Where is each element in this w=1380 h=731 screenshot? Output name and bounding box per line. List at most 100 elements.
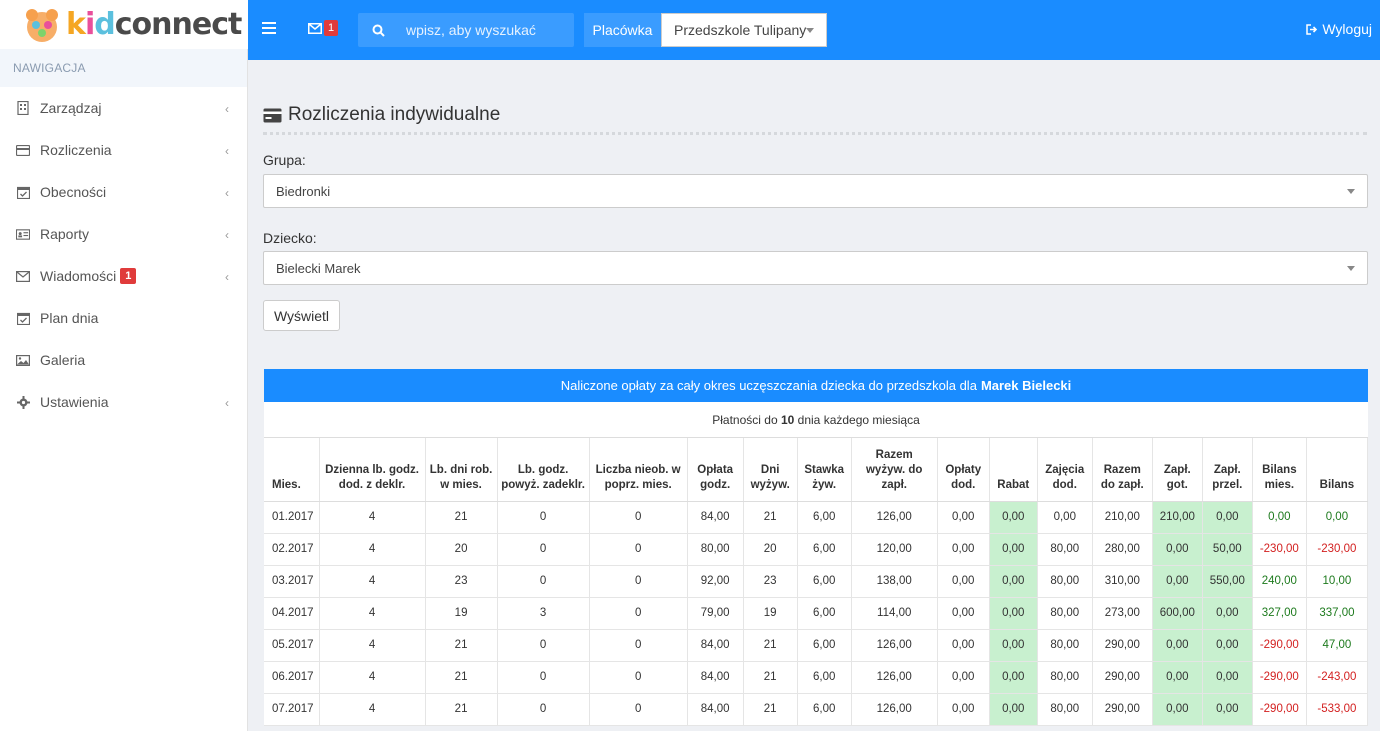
image-icon	[16, 353, 30, 367]
table-cell: 0,00	[1202, 693, 1253, 726]
column-header: Razem do zapł.	[1092, 438, 1153, 502]
table-cell: 21	[743, 661, 798, 694]
table-cell: 21	[425, 693, 498, 726]
table-cell: 327,00	[1252, 597, 1307, 630]
table-cell: 04.2017	[264, 597, 320, 630]
table-cell: 6,00	[797, 501, 852, 534]
table-heading-name: Marek Bielecki	[980, 378, 1072, 393]
table-cell: -290,00	[1252, 661, 1307, 694]
sidebar-item-wiadomosci[interactable]: Wiadomości 1 ‹	[0, 255, 247, 297]
table-cell: 0	[497, 501, 590, 534]
logout-button[interactable]: Wyloguj	[1306, 21, 1372, 37]
child-select[interactable]: Bielecki Marek	[263, 251, 1368, 285]
billing-table: Mies. Dzienna lb. godz. dod. z deklr. Lb. …	[264, 438, 1369, 726]
sidebar-item-zarzadzaj[interactable]: Zarządzaj ‹	[0, 87, 247, 129]
table-cell: 210,00	[1092, 501, 1153, 534]
table-cell: 84,00	[687, 501, 744, 534]
group-value: Biedronki	[276, 183, 331, 199]
page-title: Rozliczenia indywidualne	[263, 104, 500, 126]
table-cell: 4	[319, 629, 426, 662]
table-cell: 92,00	[687, 565, 744, 598]
table-cell: 0,00	[1202, 501, 1253, 534]
table-cell: 0,00	[989, 661, 1038, 694]
table-heading-text: Naliczone opłaty za cały okres uczęszcza…	[560, 378, 977, 393]
table-cell: 84,00	[687, 661, 744, 694]
table-row: 07.2017 4 21 0 0 84,00 21 6,00 126,00 0,00 0,00 80,…	[264, 693, 1369, 726]
table-cell: 0	[497, 661, 590, 694]
logo-text: kidconnect	[66, 7, 242, 42]
table-cell: 47,00	[1306, 629, 1369, 662]
column-header: Lb. godz. powyż. zadeklr.	[497, 438, 590, 502]
table-cell: 0	[589, 565, 688, 598]
table-cell: 80,00	[687, 533, 744, 566]
table-cell: 21	[743, 501, 798, 534]
table-cell: 0	[497, 629, 590, 662]
menu-toggle-icon[interactable]	[262, 22, 276, 34]
table-cell: 80,00	[1037, 661, 1093, 694]
table-cell: 0	[589, 533, 688, 566]
table-cell: 273,00	[1092, 597, 1153, 630]
column-header: Zapł. got.	[1152, 438, 1203, 502]
chevron-left-icon: ‹	[225, 144, 229, 158]
group-select[interactable]: Biedronki	[263, 174, 1368, 208]
sidebar-item-galeria[interactable]: Galeria	[0, 339, 247, 381]
table-cell: 80,00	[1037, 565, 1093, 598]
table-cell: 84,00	[687, 693, 744, 726]
table-cell: 0	[497, 565, 590, 598]
table-cell: 0,00	[1202, 661, 1253, 694]
sidebar-item-label: Raporty	[40, 226, 90, 242]
logo[interactable]: kidconnect	[0, 0, 248, 49]
sidebar-item-raporty[interactable]: Raporty ‹	[0, 213, 247, 255]
table-cell: -230,00	[1252, 533, 1307, 566]
page-title-text: Rozliczenia indywidualne	[288, 104, 501, 125]
chevron-left-icon: ‹	[225, 396, 229, 410]
table-cell: 4	[319, 565, 426, 598]
table-cell: 126,00	[851, 661, 938, 694]
table-cell: 4	[319, 693, 426, 726]
table-cell: 0,00	[937, 565, 990, 598]
table-cell: 0	[589, 693, 688, 726]
table-cell: 280,00	[1092, 533, 1153, 566]
credit-card-icon	[16, 143, 30, 157]
search-input[interactable]	[398, 22, 568, 38]
table-cell: 0,00	[937, 597, 990, 630]
credit-card-icon	[263, 108, 282, 122]
sidebar-item-plan-dnia[interactable]: Plan dnia	[0, 297, 247, 339]
column-header: Mies.	[264, 438, 320, 502]
search-icon[interactable]	[358, 24, 398, 37]
placowka-select[interactable]: Przedszkole Tulipany	[661, 13, 827, 47]
table-cell: 6,00	[797, 629, 852, 662]
table-cell: 50,00	[1202, 533, 1253, 566]
table-cell: 21	[743, 629, 798, 662]
sidebar: NAWIGACJA Zarządzaj ‹ Rozliczenia ‹ Obecnośc…	[0, 49, 248, 731]
show-button[interactable]: Wyświetl	[263, 300, 340, 331]
column-header: Lb. dni rob. w mies.	[425, 438, 498, 502]
table-cell: 4	[319, 501, 426, 534]
sidebar-item-label: Plan dnia	[40, 310, 99, 326]
table-cell: 23	[743, 565, 798, 598]
sidebar-item-obecnosci[interactable]: Obecności ‹	[0, 171, 247, 213]
table-cell: 20	[743, 533, 798, 566]
chevron-left-icon: ‹	[225, 186, 229, 200]
sidebar-item-label: Zarządzaj	[40, 100, 102, 116]
table-cell: 19	[425, 597, 498, 630]
table-cell: 07.2017	[264, 693, 320, 726]
table-cell: 0	[589, 597, 688, 630]
table-cell: 0,00	[1152, 533, 1203, 566]
table-cell: 120,00	[851, 533, 938, 566]
table-cell: 0,00	[989, 565, 1038, 598]
table-cell: 84,00	[687, 629, 744, 662]
caret-down-icon	[806, 28, 814, 33]
deadline-suffix: dnia każdego miesiąca	[797, 412, 920, 427]
table-cell: 80,00	[1037, 533, 1093, 566]
table-cell: 240,00	[1252, 565, 1307, 598]
sidebar-item-ustawienia[interactable]: Ustawienia ‹	[0, 381, 247, 423]
column-header: Zapł. przel.	[1202, 438, 1253, 502]
table-cell: 21	[425, 661, 498, 694]
table-cell: 600,00	[1152, 597, 1203, 630]
column-header: Dzienna lb. godz. dod. z deklr.	[319, 438, 426, 502]
sidebar-item-label: Ustawienia	[40, 394, 109, 410]
messages-button[interactable]: 1	[308, 20, 339, 36]
sidebar-item-rozliczenia[interactable]: Rozliczenia ‹	[0, 129, 247, 171]
table-cell: 3	[497, 597, 590, 630]
